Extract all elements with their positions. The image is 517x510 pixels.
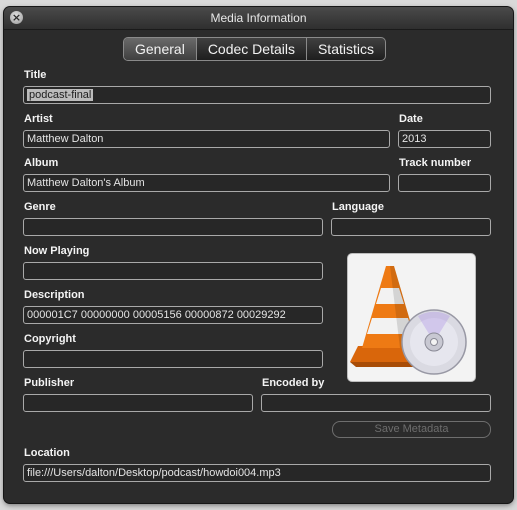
language-field[interactable]	[331, 218, 491, 236]
window-title: Media Information	[210, 11, 307, 25]
encoded-by-field[interactable]	[261, 394, 491, 412]
tab-statistics[interactable]: Statistics	[307, 38, 385, 60]
genre-label: Genre	[24, 201, 56, 213]
now-playing-label: Now Playing	[24, 245, 90, 257]
date-field[interactable]: 2013	[398, 130, 491, 148]
album-label: Album	[24, 157, 59, 169]
track-number-label: Track number	[399, 157, 472, 169]
titlebar: × Media Information	[4, 7, 513, 30]
tab-bar: General Codec Details Statistics	[123, 37, 386, 61]
publisher-field[interactable]	[23, 394, 253, 412]
disc-hole	[430, 338, 438, 346]
tab-codec-details[interactable]: Codec Details	[197, 38, 307, 60]
media-information-window: × Media Information General Codec Detail…	[4, 7, 513, 503]
publisher-label: Publisher	[24, 377, 75, 389]
title-field[interactable]: podcast-final	[23, 86, 491, 104]
tab-general[interactable]: General	[124, 38, 197, 60]
language-label: Language	[332, 201, 384, 213]
artist-label: Artist	[24, 113, 53, 125]
genre-field[interactable]	[23, 218, 323, 236]
description-field[interactable]: 000001C7 00000000 00005156 00000872 0002…	[23, 306, 323, 324]
artist-field[interactable]: Matthew Dalton	[23, 130, 390, 148]
copyright-field[interactable]	[23, 350, 323, 368]
date-label: Date	[399, 113, 423, 125]
album-field[interactable]: Matthew Dalton's Album	[23, 174, 390, 192]
now-playing-field[interactable]	[23, 262, 323, 280]
title-value: podcast-final	[27, 89, 94, 101]
save-metadata-button[interactable]: Save Metadata	[332, 421, 491, 438]
encoded-by-label: Encoded by	[262, 377, 325, 389]
title-label: Title	[24, 69, 47, 81]
location-field[interactable]: file:///Users/dalton/Desktop/podcast/how…	[23, 464, 491, 482]
vlc-cone-with-disc-icon	[350, 266, 467, 375]
album-artwork	[347, 253, 476, 382]
track-number-field[interactable]	[398, 174, 491, 192]
copyright-label: Copyright	[24, 333, 76, 345]
description-label: Description	[24, 289, 85, 301]
location-label: Location	[24, 447, 70, 459]
